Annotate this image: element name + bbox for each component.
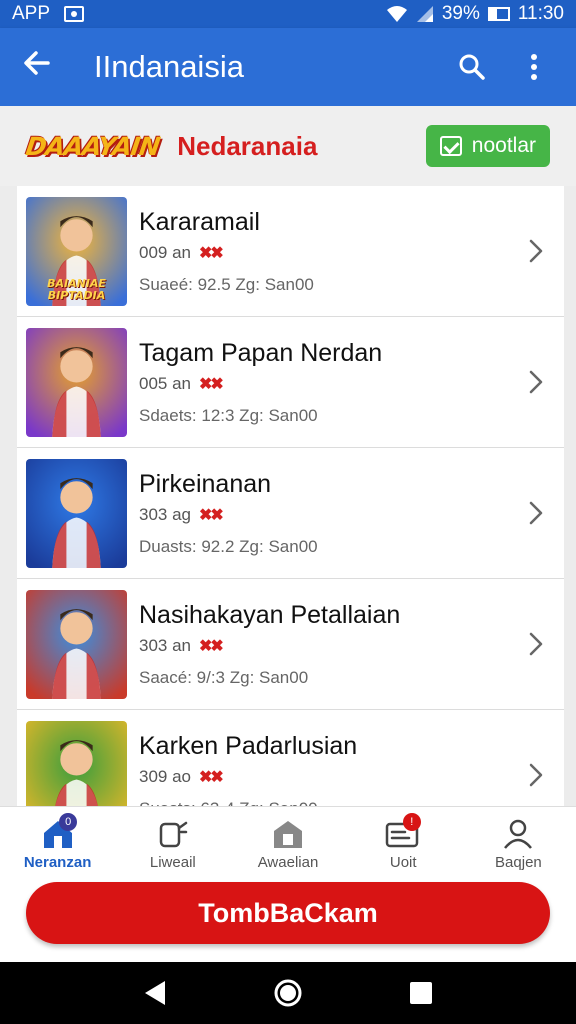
list-item[interactable]: DRADKLI Karken Padarlusian 309 ao ✖✖ Suasts:… (17, 710, 564, 806)
chevron-right-icon[interactable] (516, 493, 556, 533)
nav-label-home: Neranzan (23, 854, 92, 871)
nav-item-profile[interactable]: Baqjen (461, 807, 576, 882)
item-info: Tagam Papan Nerdan 005 an ✖✖ Sdaets: 12:3 Z… (139, 338, 516, 426)
item-count: 005 an (139, 374, 191, 393)
game-thumbnail: BAIANIAE BIPTADIA (26, 196, 127, 306)
brand-logo: DAAAYAIN (23, 131, 162, 161)
nav-item-chat[interactable]: Liweail (115, 807, 230, 882)
item-count: 009 an (139, 243, 191, 262)
filter-button[interactable]: nootlar (425, 125, 550, 167)
list-item[interactable]: Pirkeinanan 303 ag ✖✖ Duasts: 92.2 Zg: San0… (17, 448, 564, 579)
search-icon (459, 54, 485, 80)
wifi-icon (386, 6, 407, 22)
nav-label-profile: Baqjen (495, 854, 542, 871)
item-subline: 303 an ✖✖ (139, 636, 516, 656)
list-item[interactable]: Tagam Papan Nerdan 005 an ✖✖ Sdaets: 12:3 Z… (17, 317, 564, 448)
item-meta: Duasts: 92.2 Zg: San00 (139, 537, 318, 556)
store-icon (274, 821, 302, 848)
item-info: Nasihakayan Petallaian 303 an ✖✖ Saacé: 9/:… (139, 600, 516, 688)
signal-icon (416, 6, 433, 22)
brand-name: Nedaranaia (177, 130, 318, 161)
home-circle-icon[interactable] (272, 977, 304, 1009)
item-subline: 005 an ✖✖ (139, 374, 516, 394)
item-subline: 309 ao ✖✖ (139, 767, 516, 787)
item-title: Kararamail (139, 208, 260, 236)
game-list: BAIANIAE BIPTADIA Kararamail 009 an ✖✖ Suaeé… (17, 186, 564, 806)
item-flag-icon: ✖✖ (199, 638, 224, 655)
app-bar: IIndanaisia (0, 28, 576, 106)
item-title: Nasihakayan Petallaian (139, 601, 401, 629)
item-count: 303 ag (139, 505, 191, 524)
list-item[interactable]: BAIANIAE BIPTADIA Kararamail 009 an ✖✖ Suaeé… (17, 186, 564, 317)
filter-label: nootlar (471, 134, 536, 157)
primary-cta-button[interactable]: TombBaCkam (26, 882, 550, 944)
back-triangle-icon[interactable] (141, 978, 169, 1008)
page-title: IIndanaisia (94, 49, 244, 84)
action-area: TombBaCkam (0, 882, 576, 962)
brand-bar: DAAAYAIN Nedaranaia nootlar (0, 106, 576, 186)
nav-label-store: Awaelian (257, 854, 319, 871)
system-nav-bar (0, 962, 576, 1024)
item-info: Kararamail 009 an ✖✖ Suaeé: 92.5 Zg: San00 (139, 207, 516, 295)
status-bar: APP 39% 11:30 (0, 0, 576, 28)
screen: APP 39% 11:30 IIndanaisia DAAAYAIN Nedar… (0, 0, 576, 1024)
more-button[interactable] (514, 47, 554, 87)
back-button[interactable] (22, 48, 66, 87)
item-title: Pirkeinanan (139, 470, 272, 498)
status-right: 39% 11:30 (386, 3, 564, 25)
chevron-right-icon[interactable] (516, 231, 556, 271)
list-item[interactable]: Nasihakayan Petallaian 303 an ✖✖ Saacé: 9/:… (17, 579, 564, 710)
item-flag-icon: ✖✖ (199, 769, 224, 786)
more-vertical-icon (531, 54, 537, 80)
item-subline: 303 ag ✖✖ (139, 505, 516, 525)
battery-icon (487, 7, 510, 21)
item-info: Pirkeinanan 303 ag ✖✖ Duasts: 92.2 Zg: San0… (139, 469, 516, 557)
item-flag-icon: ✖✖ (199, 376, 224, 393)
search-button[interactable] (452, 47, 492, 87)
status-app-label: APP (12, 3, 51, 24)
item-meta: Saacé: 9/:3 Zg: San00 (139, 668, 309, 687)
item-meta: Suasts: 63-4 Zg: San00 (139, 799, 516, 806)
nav-item-store[interactable]: Awaelian (230, 807, 345, 882)
nav-item-home[interactable]: 0 Neranzan (0, 807, 115, 882)
game-thumbnail (26, 327, 127, 437)
game-thumbnail (26, 458, 127, 568)
item-info: Karken Padarlusian 309 ao ✖✖ Suasts: 63-4 Z… (139, 731, 516, 806)
thumbnail-title: BAIANIAE BIPTADIA (47, 276, 106, 302)
chevron-right-icon[interactable] (516, 755, 556, 795)
recents-square-icon[interactable] (407, 979, 435, 1007)
item-flag-icon: ✖✖ (199, 507, 224, 524)
nav-label-ticket: Uoit (389, 854, 417, 871)
battery-percent: 39% (441, 3, 480, 24)
game-thumbnail: DRADKLI (26, 720, 127, 806)
nav-item-ticket[interactable]: ! Uoit (346, 807, 461, 882)
bottom-nav: 0 Neranzan Liweail Awaelian ! Uoit Baqje… (0, 806, 576, 882)
checkbox-icon (439, 136, 462, 156)
nav-label-chat: Liweail (149, 854, 196, 871)
item-subline: 009 an ✖✖ (139, 243, 516, 263)
profile-icon (504, 819, 533, 849)
item-flag-icon: ✖✖ (199, 245, 224, 262)
item-title: Karken Padarlusian (139, 732, 358, 760)
item-count: 309 ao (139, 767, 191, 786)
arrow-left-icon (24, 50, 50, 75)
item-count: 303 an (139, 636, 191, 655)
nav-badge-ticket: ! (402, 813, 421, 831)
chevron-right-icon[interactable] (516, 624, 556, 664)
clock: 11:30 (517, 3, 564, 24)
item-meta: Sdaets: 12:3 Zg: San00 (139, 406, 318, 425)
chevron-right-icon[interactable] (516, 362, 556, 402)
item-title: Tagam Papan Nerdan (139, 339, 383, 367)
chat-icon (159, 821, 188, 848)
game-thumbnail (26, 589, 127, 699)
notification-icon (64, 6, 85, 22)
item-meta: Suaeé: 92.5 Zg: San00 (139, 275, 314, 294)
